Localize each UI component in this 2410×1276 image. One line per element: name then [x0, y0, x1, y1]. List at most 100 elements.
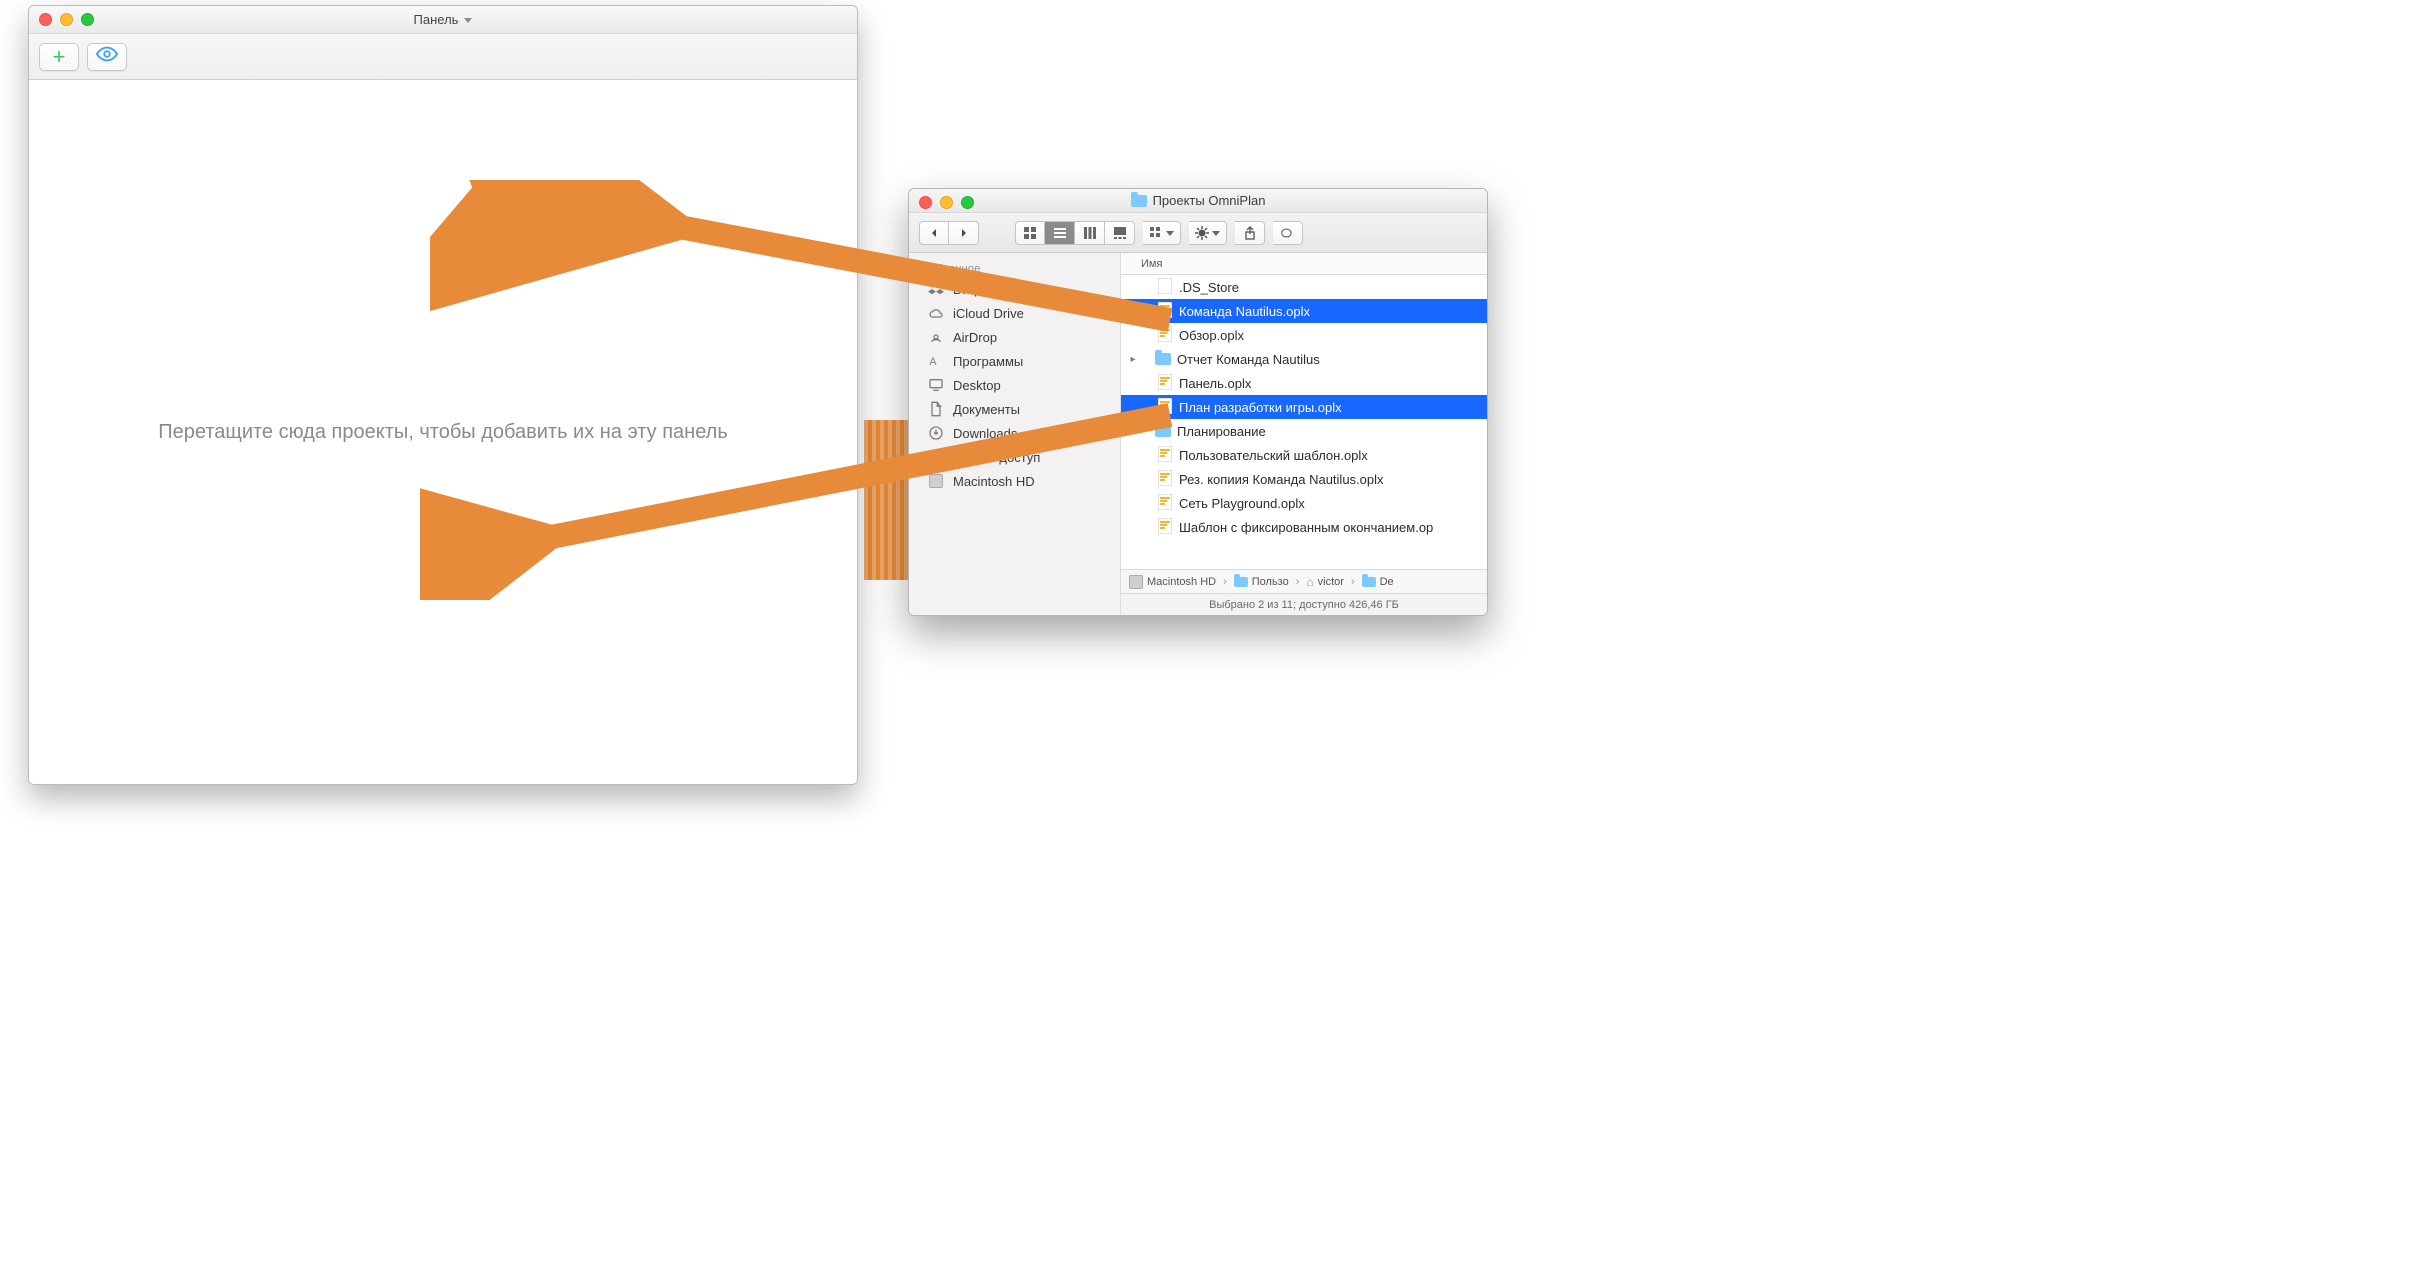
path-bar[interactable]: Macintosh HD › Пользо › ⌂ victor › De	[1121, 569, 1487, 593]
file-row[interactable]: Команда Nautilus.oplx	[1121, 299, 1487, 323]
close-button[interactable]	[919, 196, 932, 209]
disclosure-triangle[interactable]: ▸	[1127, 426, 1139, 437]
add-button[interactable]: +	[39, 43, 79, 71]
window-controls	[39, 13, 94, 26]
dropbox-icon	[927, 280, 945, 298]
path-seg: Macintosh HD	[1147, 576, 1216, 588]
share-button-group	[1235, 221, 1265, 245]
airdrop-icon	[927, 328, 945, 346]
sidebar-item-cloud[interactable]: iCloud Drive	[909, 301, 1120, 325]
file-pane: Имя .DS_Store Команда Nautilus.oplx Обзор.…	[1121, 253, 1487, 615]
column-header-label: Имя	[1141, 258, 1162, 270]
hd-icon	[927, 472, 945, 490]
action-button[interactable]	[1189, 221, 1227, 245]
downloads-icon	[927, 424, 945, 442]
file-row[interactable]: Рез. копиия Команда Nautilus.oplx	[1121, 467, 1487, 491]
back-button[interactable]	[919, 221, 949, 245]
file-row[interactable]: Шаблон с фиксированным окончанием.op	[1121, 515, 1487, 539]
sidebar-item-downloads[interactable]: Downloads	[909, 421, 1120, 445]
finder-window: Проекты OmniPlan Избранное Dro	[908, 188, 1488, 616]
tags-button[interactable]	[1273, 221, 1303, 245]
column-view-button[interactable]	[1075, 221, 1105, 245]
file-row[interactable]: Сеть Playground.oplx	[1121, 491, 1487, 515]
sidebar-section-title: Избранное	[909, 259, 1120, 277]
sidebar-item-apps[interactable]: AПрограммы	[909, 349, 1120, 373]
sidebar-item-dropbox[interactable]: Dropbox	[909, 277, 1120, 301]
file-row[interactable]: Панель.oplx	[1121, 371, 1487, 395]
oplx-file-icon	[1158, 326, 1172, 345]
column-header-name[interactable]: Имя	[1121, 253, 1487, 275]
panel-titlebar: Панель	[29, 6, 857, 34]
sidebar-item-airdrop[interactable]: AirDrop	[909, 325, 1120, 349]
file-row[interactable]: Пользовательский шаблон.oplx	[1121, 443, 1487, 467]
file-row[interactable]: Обзор.oplx	[1121, 323, 1487, 347]
file-name: Сеть Playground.oplx	[1179, 496, 1305, 511]
file-name: Шаблон с фиксированным окончанием.op	[1179, 520, 1433, 535]
nav-buttons	[919, 221, 979, 245]
background-stripe	[864, 420, 912, 580]
forward-button[interactable]	[949, 221, 979, 245]
panel-title-dropdown[interactable]: Панель	[414, 12, 473, 27]
oplx-file-icon	[1158, 470, 1172, 489]
file-row[interactable]: .DS_Store	[1121, 275, 1487, 299]
finder-content: Избранное Dropbox iCloud Drive AirDrop AПро…	[909, 253, 1487, 615]
apps-icon: A	[927, 352, 945, 370]
sidebar-item-label: Macintosh HD	[953, 474, 1035, 489]
desktop-icon	[927, 376, 945, 394]
panel-drop-area[interactable]: Перетащите сюда проекты, чтобы добавить …	[29, 80, 857, 784]
chevron-down-icon	[464, 18, 472, 23]
home-icon: ⌂	[1306, 575, 1313, 589]
folder-icon	[1234, 577, 1248, 587]
file-row[interactable]: ▸Отчет Команда Nautilus	[1121, 347, 1487, 371]
panel-toolbar: +	[29, 34, 857, 80]
panel-title-text: Панель	[414, 12, 459, 27]
tags-button-group	[1273, 221, 1303, 245]
minimize-button[interactable]	[940, 196, 953, 209]
zoom-button[interactable]	[81, 13, 94, 26]
file-name: Обзор.oplx	[1179, 328, 1244, 343]
oplx-file-icon	[1158, 302, 1172, 321]
finder-title: Проекты OmniPlan	[1131, 193, 1266, 208]
file-name: План разработки игры.oplx	[1179, 400, 1342, 415]
file-row[interactable]: План разработки игры.oplx	[1121, 395, 1487, 419]
sidebar-item-shared[interactable]: Общий доступ	[909, 445, 1120, 469]
view-mode-switcher	[1015, 221, 1135, 245]
file-name: Панель.oplx	[1179, 376, 1251, 391]
chevron-right-icon: ›	[1296, 576, 1300, 588]
folder-icon	[1131, 195, 1147, 207]
sidebar-item-label: Dropbox	[953, 282, 1002, 297]
window-controls	[919, 196, 974, 209]
file-name: Команда Nautilus.oplx	[1179, 304, 1310, 319]
close-button[interactable]	[39, 13, 52, 26]
file-row[interactable]: ▸Планирование	[1121, 419, 1487, 443]
chevron-right-icon: ›	[1351, 576, 1355, 588]
file-icon	[1158, 278, 1172, 297]
oplx-file-icon	[1158, 518, 1172, 537]
gallery-view-button[interactable]	[1105, 221, 1135, 245]
oplx-file-icon	[1158, 398, 1172, 417]
sidebar-item-label: Downloads	[953, 426, 1017, 441]
share-button[interactable]	[1235, 221, 1265, 245]
disclosure-triangle[interactable]: ▸	[1127, 354, 1139, 365]
file-name: Пользовательский шаблон.oplx	[1179, 448, 1368, 463]
folder-icon	[1362, 577, 1376, 587]
minimize-button[interactable]	[60, 13, 73, 26]
sidebar-item-label: AirDrop	[953, 330, 997, 345]
list-view-button[interactable]	[1045, 221, 1075, 245]
oplx-file-icon	[1158, 374, 1172, 393]
shared-icon	[927, 448, 945, 466]
icon-view-button[interactable]	[1015, 221, 1045, 245]
cloud-icon	[927, 304, 945, 322]
arrange-button[interactable]	[1143, 221, 1181, 245]
oplx-file-icon	[1158, 494, 1172, 513]
zoom-button[interactable]	[961, 196, 974, 209]
sidebar-item-hd[interactable]: Macintosh HD	[909, 469, 1120, 493]
sidebar-item-desktop[interactable]: Desktop	[909, 373, 1120, 397]
finder-titlebar: Проекты OmniPlan	[909, 189, 1487, 213]
sidebar-item-documents[interactable]: Документы	[909, 397, 1120, 421]
file-name: Рез. копиия Команда Nautilus.oplx	[1179, 472, 1384, 487]
arrange-button-group	[1143, 221, 1181, 245]
hd-icon	[1129, 575, 1143, 589]
preview-button[interactable]	[87, 43, 127, 71]
status-text: Выбрано 2 из 11; доступно 426,46 ГБ	[1209, 599, 1399, 611]
